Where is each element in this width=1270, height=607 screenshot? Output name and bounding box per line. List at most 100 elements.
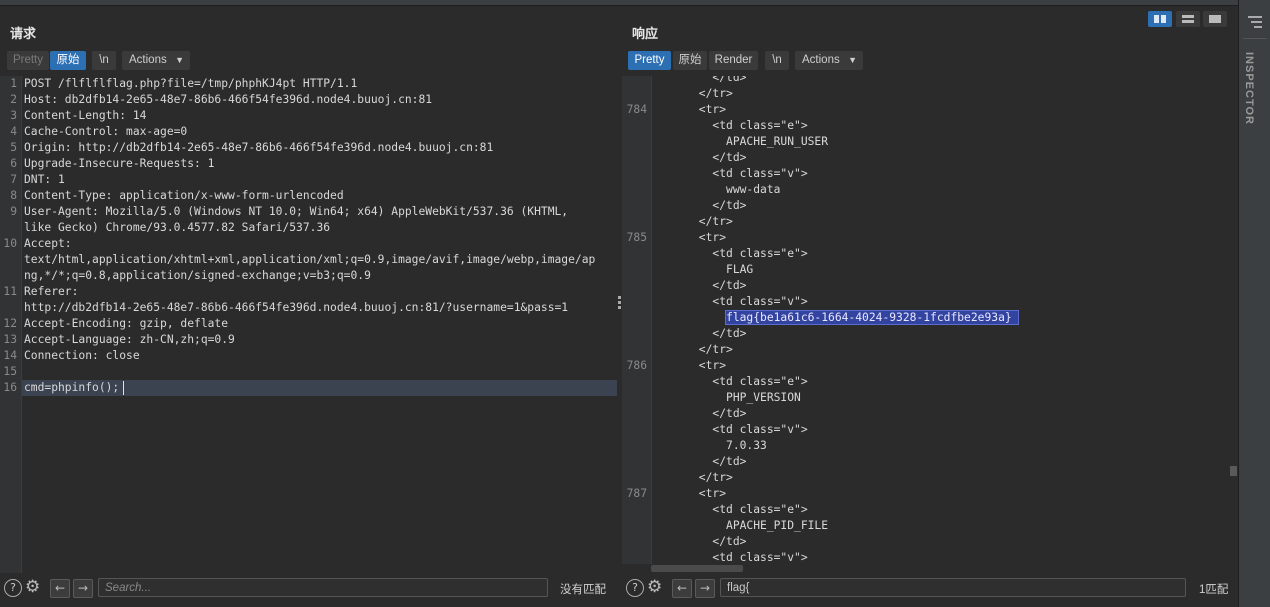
response-code-line: </td> (658, 199, 747, 212)
menu-icon[interactable] (1248, 16, 1262, 28)
line-number: 4 (10, 125, 17, 138)
request-code-line: DNT: 1 (24, 173, 65, 186)
request-match-count: 没有匹配 (560, 584, 606, 596)
help-icon[interactable]: ? (4, 579, 22, 597)
response-code-line: </td> (658, 151, 747, 164)
layout-tabs-icon[interactable] (1203, 11, 1227, 27)
request-code-line: User-Agent: Mozilla/5.0 (Windows NT 10.0… (24, 205, 569, 218)
request-editor[interactable]: 1 2 3 4 5 6 7 8 9 10 11 12 13 14 15 16 POST /flflflflag… (0, 76, 617, 573)
tab-response-pretty[interactable]: Pretty (628, 51, 671, 70)
response-search-input[interactable] (720, 578, 1186, 597)
inspector-toggle[interactable]: INSPECTOR (1243, 52, 1255, 125)
request-code-line: ng,*/*;q=0.8,application/signed-exchange… (24, 269, 371, 282)
line-number: 7 (10, 173, 17, 186)
top-strip (0, 0, 1238, 6)
response-code-line: <tr> (658, 103, 727, 116)
line-number: 14 (3, 349, 17, 362)
prev-match-button[interactable]: ← (672, 579, 692, 598)
tab-response-newline[interactable]: \n (765, 51, 789, 70)
response-actions-button[interactable]: Actions ▼ (795, 51, 863, 70)
line-number: 12 (3, 317, 17, 330)
response-code-line: flag{be1a61c6-1664-4024-9328-1fcdfbe2e93… (658, 310, 1020, 326)
request-actions-label: Actions (129, 54, 167, 66)
response-code-line: </td> (658, 327, 747, 340)
response-code-line: </tr> (658, 343, 733, 356)
layout-side-by-side-icon[interactable] (1148, 11, 1172, 27)
line-number: 11 (3, 285, 17, 298)
response-code-line: </tr> (658, 215, 733, 228)
prev-match-button[interactable]: ← (50, 579, 70, 598)
tab-request-newline[interactable]: \n (92, 51, 116, 70)
request-code-line: Host: db2dfb14-2e65-48e7-86b6-466f54fe39… (24, 93, 433, 106)
line-number: 1 (10, 77, 17, 90)
tab-request-pretty[interactable]: Pretty (7, 51, 49, 70)
request-code-line: Content-Type: application/x-www-form-url… (24, 189, 344, 202)
text-cursor (123, 381, 124, 395)
response-code-line: </td> (658, 535, 747, 548)
response-code-line: 7.0.33 (658, 439, 767, 452)
response-code-line: </tr> (658, 471, 733, 484)
line-number: 785 (626, 231, 647, 244)
layout-stacked-icon[interactable] (1176, 11, 1200, 27)
response-code-line: </td> (658, 455, 747, 468)
gear-icon[interactable]: ⚙ (25, 577, 40, 597)
line-number: 786 (626, 359, 647, 372)
response-code-line: <tr> (658, 231, 727, 244)
response-code-line: </tr> (658, 87, 733, 100)
response-vertical-scrollbar[interactable] (1229, 76, 1238, 573)
line-number: 8 (10, 189, 17, 202)
tab-request-raw[interactable]: 原始 (50, 51, 86, 70)
request-code-line: http://db2dfb14-2e65-48e7-86b6-466f54fe3… (24, 301, 569, 314)
chevron-down-icon: ▼ (175, 55, 184, 65)
request-title: 请求 (10, 27, 37, 42)
request-code-line: Upgrade-Insecure-Requests: 1 (24, 157, 215, 170)
line-number: 10 (3, 237, 17, 250)
response-code-line: <td class="e"> (658, 503, 808, 516)
response-code-line: APACHE_PID_FILE (658, 519, 829, 532)
response-actions-label: Actions (802, 54, 840, 66)
tab-response-raw[interactable]: 原始 (673, 51, 707, 70)
response-code-line: <td class="e"> (658, 119, 808, 132)
request-code-line: Accept-Language: zh-CN,zh;q=0.9 (24, 333, 235, 346)
response-code-line: <tr> (658, 359, 727, 372)
response-code-line: www-data (658, 183, 781, 196)
tab-response-render[interactable]: Render (709, 51, 758, 70)
line-number: 16 (3, 381, 17, 394)
response-match-count: 1匹配 (1199, 584, 1229, 596)
request-code-line: Accept-Encoding: gzip, deflate (24, 317, 229, 330)
request-actions-button[interactable]: Actions ▼ (122, 51, 190, 70)
line-number: 784 (626, 103, 647, 116)
line-number: 13 (3, 333, 17, 346)
request-search-input[interactable] (98, 578, 548, 597)
request-code-line: text/html,application/xhtml+xml,applicat… (24, 253, 596, 266)
search-match-highlight: flag{be1a61c6-1664-4024-9328-1fcdfbe2e93… (725, 310, 1020, 325)
line-number: 5 (10, 141, 17, 154)
help-icon[interactable]: ? (626, 579, 644, 597)
next-match-button[interactable]: → (73, 579, 93, 598)
response-code-line: <td class="v"> (658, 423, 808, 436)
request-code-line: Cache-Control: max-age=0 (24, 125, 188, 138)
request-code-line: Referer: (24, 285, 79, 298)
request-code-line: Content-Length: 14 (24, 109, 147, 122)
response-code-line: FLAG (658, 263, 754, 276)
response-code-line: </td> (658, 407, 747, 420)
line-number: 3 (10, 109, 17, 122)
response-horizontal-scrollbar[interactable] (651, 564, 1229, 573)
response-code-line: PHP_VERSION (658, 391, 801, 404)
response-editor[interactable]: 784 785 786 787 </td> </tr> <tr> <td class=… (622, 76, 1229, 564)
line-number: 2 (10, 93, 17, 106)
response-title: 响应 (632, 27, 659, 42)
line-number: 787 (626, 487, 647, 500)
response-code-line: <td class="v"> (658, 295, 808, 308)
next-match-button[interactable]: → (695, 579, 715, 598)
request-code-line: Connection: close (24, 349, 140, 362)
response-code-line: <td class="e"> (658, 375, 808, 388)
response-code-line: </td> (658, 76, 747, 84)
gear-icon[interactable]: ⚙ (647, 577, 662, 597)
request-code-line: POST /flflflflag.php?file=/tmp/phphKJ4pt… (24, 77, 358, 90)
line-number: 6 (10, 157, 17, 170)
line-number: 9 (10, 205, 17, 218)
request-code-line: Accept: (24, 237, 72, 250)
line-number: 15 (3, 365, 17, 378)
response-code-line: <td class="e"> (658, 247, 808, 260)
